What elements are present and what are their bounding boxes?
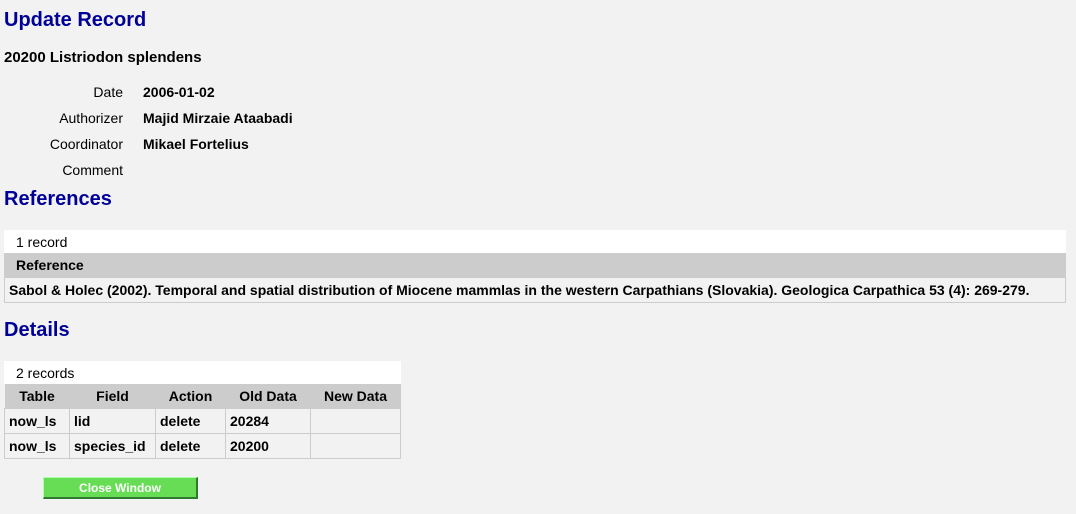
table-row: now_ls species_id delete 20200 [4, 433, 401, 459]
meta-label: Authorizer [59, 110, 123, 126]
cell-table: now_ls [4, 433, 70, 459]
references-count: 1 record [4, 230, 1066, 253]
details-count: 2 records [4, 361, 401, 384]
cell-new-data [310, 433, 401, 459]
cell-action: delete [155, 408, 226, 434]
details-heading: Details [4, 319, 70, 341]
references-heading: References [4, 188, 112, 210]
meta-label: Comment [62, 162, 123, 178]
update-record-page: Update Record 20200 Listriodon splendens… [0, 0, 1076, 514]
meta-label: Date [93, 84, 123, 100]
meta-value: Mikael Fortelius [143, 136, 249, 152]
column-header-old-data: Old Data [225, 384, 311, 409]
meta-row-comment: Comment [4, 157, 293, 183]
meta-row-date: Date 2006-01-02 [4, 79, 293, 105]
meta-value: 2006-01-02 [143, 84, 215, 100]
details-grid: Table Field Action Old Data New Data now… [4, 384, 401, 459]
cell-old-data: 20200 [225, 433, 311, 459]
record-title: 20200 Listriodon splendens [4, 49, 202, 66]
cell-field: species_id [69, 433, 156, 459]
references-table: 1 record Reference Sabol & Holec (2002).… [4, 230, 1066, 303]
meta-row-authorizer: Authorizer Majid Mirzaie Ataabadi [4, 105, 293, 131]
column-header-new-data: New Data [310, 384, 401, 409]
details-table: 2 records Table Field Action Old Data Ne… [4, 361, 401, 459]
update-record-heading: Update Record [4, 9, 147, 31]
details-header-row: Table Field Action Old Data New Data [4, 384, 401, 409]
reference-column-header: Reference [4, 253, 1066, 277]
close-window-button[interactable]: Close Window [43, 477, 198, 499]
cell-old-data: 20284 [225, 408, 311, 434]
column-header-action: Action [155, 384, 226, 409]
column-header-table: Table [4, 384, 70, 409]
table-row: now_ls lid delete 20284 [4, 408, 401, 434]
cell-field: lid [69, 408, 156, 434]
meta-row-coordinator: Coordinator Mikael Fortelius [4, 131, 293, 157]
cell-table: now_ls [4, 408, 70, 434]
column-header-field: Field [69, 384, 156, 409]
cell-new-data [310, 408, 401, 434]
record-metadata: Date 2006-01-02 Authorizer Majid Mirzaie… [4, 79, 293, 183]
meta-label: Coordinator [49, 136, 123, 152]
cell-action: delete [155, 433, 226, 459]
meta-value: Majid Mirzaie Ataabadi [143, 110, 293, 126]
reference-row: Sabol & Holec (2002). Temporal and spati… [4, 277, 1066, 303]
